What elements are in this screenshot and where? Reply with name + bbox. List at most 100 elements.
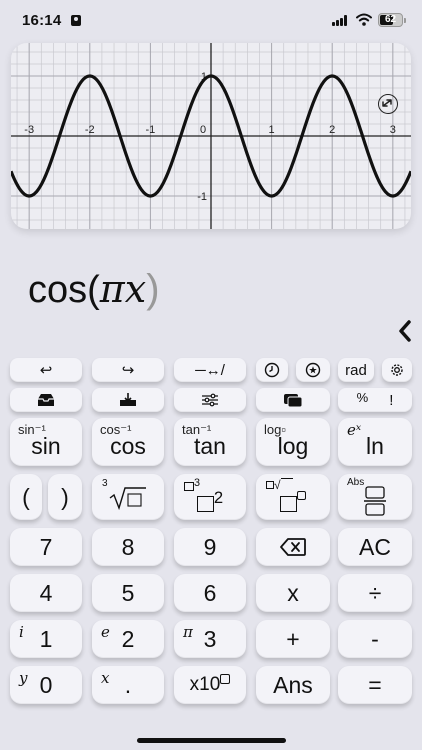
exp-label: eˣ [347, 421, 362, 439]
power-cube-label: 3 [184, 477, 200, 494]
key-0[interactable]: y0 [10, 666, 82, 704]
sin-inverse-label: sin⁻¹ [18, 422, 46, 437]
ln-key[interactable]: eˣ ln [338, 418, 412, 466]
answer-label: Ans [273, 671, 313, 698]
cellular-signal-icon [332, 15, 350, 26]
log-base-label: log▫ [264, 422, 286, 437]
cube-root-index: 3 [102, 478, 108, 489]
nth-root-key[interactable]: √ [256, 474, 330, 520]
contact-card-icon [71, 15, 81, 26]
tan-key[interactable]: tan⁻¹ tan [174, 418, 246, 466]
divide-key[interactable]: ÷ [338, 574, 412, 612]
key-8-label: 8 [121, 533, 135, 560]
expression-argument: πx [99, 267, 147, 311]
key-4[interactable]: 4 [10, 574, 82, 612]
graph-panel[interactable]: -3 -2 -1 0 1 2 3 1 -1 [11, 43, 411, 229]
factorial-label: ! [389, 391, 394, 409]
settings-button[interactable] [382, 358, 412, 382]
redo-button[interactable]: ↪ [92, 358, 164, 382]
adjust-button[interactable] [174, 388, 246, 412]
plus-key[interactable]: + [256, 620, 330, 658]
key-6[interactable]: 6 [174, 574, 246, 612]
key-2-label: 2 [121, 625, 135, 652]
key-3[interactable]: π3 [174, 620, 246, 658]
close-paren-key[interactable]: ) [48, 474, 82, 520]
clear-key[interactable]: AC [338, 528, 412, 566]
fraction-icon [364, 486, 386, 516]
percent-factorial-button[interactable]: % ! [338, 388, 412, 412]
x-tick-label: 1 [269, 124, 275, 136]
collapse-keyboard-button[interactable] [398, 320, 418, 344]
cursor-move-button[interactable]: ─↔/ [174, 358, 246, 382]
key-7-label: 7 [39, 533, 53, 560]
x-tick-label: 2 [329, 124, 335, 136]
expression-function: cos [28, 269, 88, 311]
redo-icon: ↪ [121, 362, 135, 379]
log-key[interactable]: log▫ log [256, 418, 330, 466]
undo-icon: ↩ [39, 362, 53, 379]
tabs-button[interactable] [256, 388, 330, 412]
power-key[interactable]: 3 2 [174, 474, 246, 520]
equals-key[interactable]: = [338, 666, 412, 704]
battery-level: 62 [384, 14, 397, 25]
sci-notation-key[interactable]: x10 [174, 666, 246, 704]
tray-out-icon [120, 393, 136, 406]
backspace-key[interactable] [256, 528, 330, 566]
chevron-left-icon [399, 320, 411, 342]
power-square-label: 2 [196, 487, 224, 517]
answer-key[interactable]: Ans [256, 666, 330, 704]
undo-button[interactable]: ↩ [10, 358, 82, 382]
status-time: 16:14 [22, 12, 62, 29]
key-4-label: 4 [39, 579, 53, 606]
clear-label: AC [359, 533, 391, 560]
cos-inverse-label: cos⁻¹ [100, 422, 132, 437]
expand-arrows-icon [382, 99, 392, 107]
history-button[interactable] [256, 358, 288, 382]
tray-in-icon [38, 394, 54, 406]
power-square-exponent: 2 [213, 487, 224, 507]
favorites-button[interactable] [296, 358, 330, 382]
abs-label: Abs [347, 477, 365, 488]
plus-label: + [286, 625, 300, 652]
key-7[interactable]: 7 [10, 528, 82, 566]
x-tick-label: -1 [146, 124, 156, 136]
key-9-label: 9 [203, 533, 217, 560]
key-9[interactable]: 9 [174, 528, 246, 566]
key-5[interactable]: 5 [92, 574, 164, 612]
exponent-placeholder [220, 674, 231, 684]
angle-mode-button[interactable]: rad [338, 358, 374, 382]
ln-label: ln [366, 432, 384, 459]
key-0-label: 0 [39, 671, 53, 698]
equals-label: = [368, 671, 382, 698]
expression-close-paren: ) [146, 267, 160, 311]
sliders-icon [202, 393, 218, 407]
decimal-label: . [124, 671, 132, 698]
percent-label: % [356, 389, 369, 405]
minus-label: - [371, 625, 379, 652]
key-8[interactable]: 8 [92, 528, 164, 566]
x-tick-label: 0 [200, 124, 206, 136]
divide-label: ÷ [368, 579, 382, 606]
var-x-label: x [101, 669, 110, 687]
radical-icon [109, 487, 146, 511]
y-tick-label: -1 [197, 191, 207, 203]
key-1[interactable]: i1 [10, 620, 82, 658]
multiply-key[interactable]: x [256, 574, 330, 612]
export-button[interactable] [92, 388, 164, 412]
minus-key[interactable]: - [338, 620, 412, 658]
import-button[interactable] [10, 388, 82, 412]
fullscreen-button[interactable] [378, 94, 398, 114]
close-paren-label: ) [61, 483, 69, 510]
key-1-label: 1 [39, 625, 53, 652]
cube-root-key[interactable]: 3 [92, 474, 164, 520]
open-paren-key[interactable]: ( [10, 474, 42, 520]
decimal-key[interactable]: x. [92, 666, 164, 704]
sin-key[interactable]: sin⁻¹ sin [10, 418, 82, 466]
star-icon [305, 362, 321, 378]
x-tick-label: 3 [390, 124, 396, 136]
expression-display[interactable]: cos(πx) [28, 264, 160, 315]
cos-key[interactable]: cos⁻¹ cos [92, 418, 164, 466]
function-graph[interactable]: -3 -2 -1 0 1 2 31-1 [11, 43, 411, 229]
abs-fraction-key[interactable]: Abs [338, 474, 412, 520]
key-2[interactable]: e2 [92, 620, 164, 658]
